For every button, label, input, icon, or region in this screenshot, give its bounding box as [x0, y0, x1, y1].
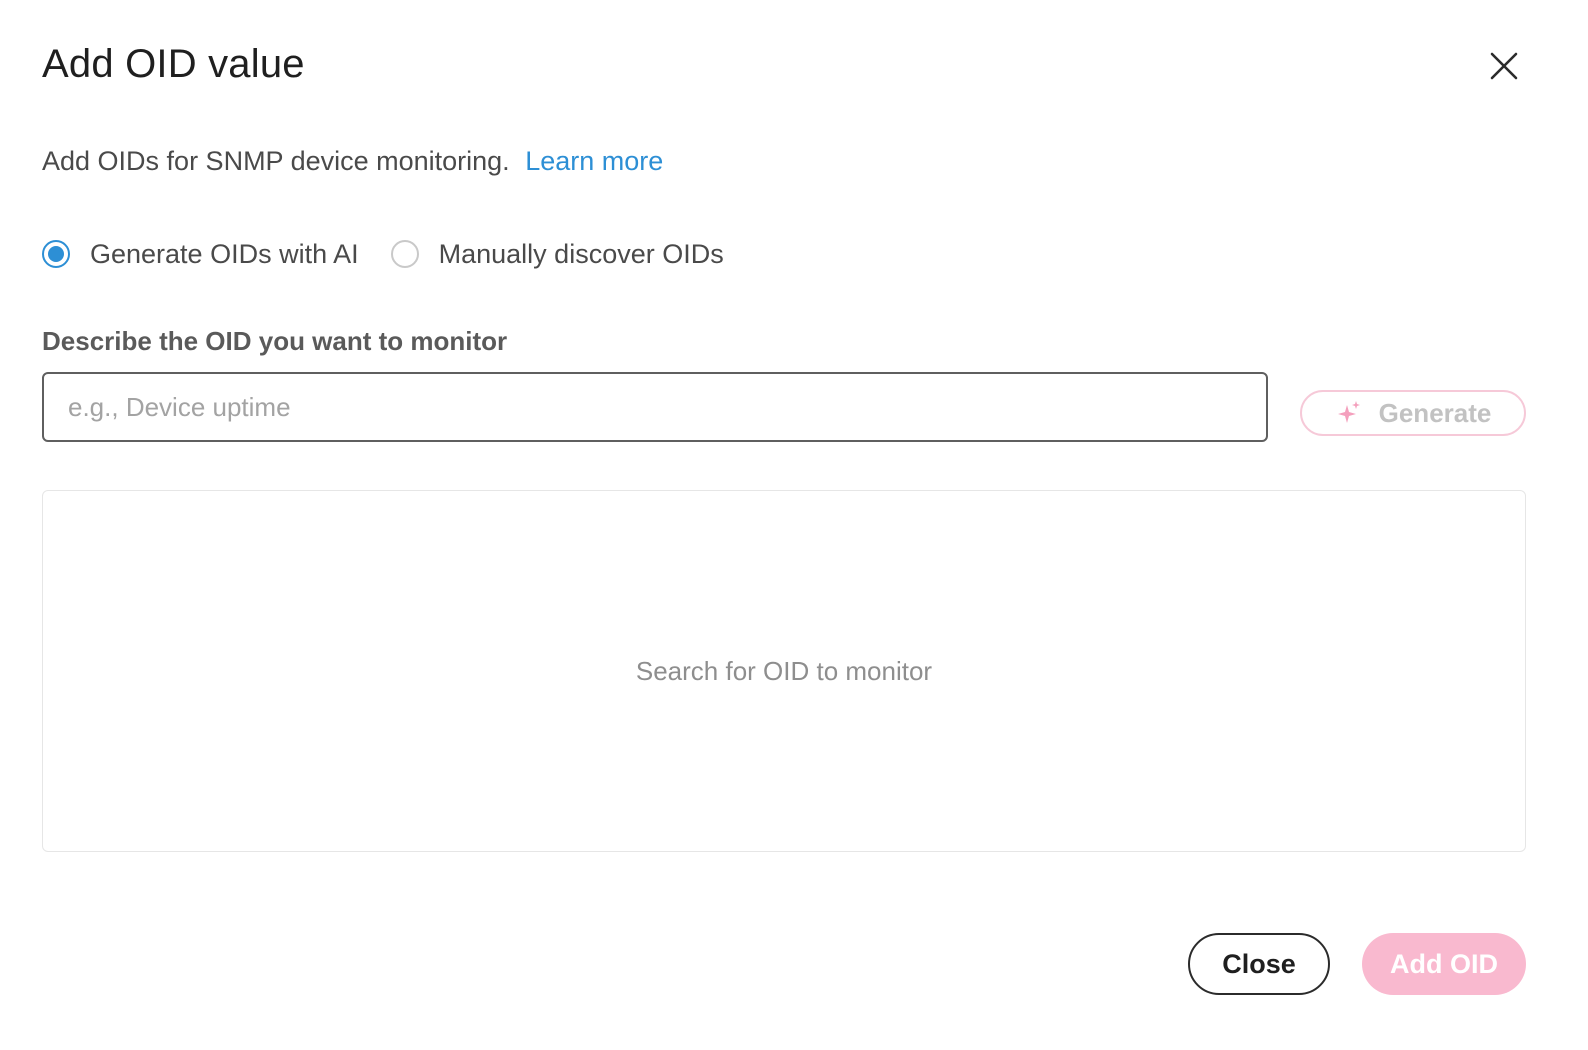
empty-state-text: Search for OID to monitor: [635, 655, 933, 686]
radio-unchecked-icon[interactable]: [390, 240, 419, 268]
oid-results-panel: Search for OID to monitor: [42, 490, 1526, 852]
radio-checked-icon[interactable]: [42, 240, 70, 268]
radio-label-generate: Generate OIDs with AI: [90, 238, 359, 269]
dialog-title: Add OID value: [42, 42, 305, 86]
generate-button[interactable]: Generate: [1300, 390, 1526, 436]
describe-oid-label: Describe the OID you want to monitor: [42, 326, 508, 356]
sparkle-icon: [1337, 401, 1360, 423]
intro-text: Add OIDs for SNMP device monitoring. Lea…: [42, 146, 663, 177]
mode-radio-group: Generate OIDs with AI Manually discover …: [42, 234, 756, 274]
close-button[interactable]: Close: [1188, 933, 1330, 995]
describe-oid-input[interactable]: [42, 372, 1268, 442]
add-oid-dialog: Add OID value Add OIDs for SNMP device m…: [0, 0, 1588, 1050]
radio-manually-discover[interactable]: Manually discover OIDs: [390, 238, 724, 270]
learn-more-link[interactable]: Learn more: [525, 146, 663, 176]
close-icon[interactable]: [1484, 46, 1524, 86]
radio-generate-with-ai[interactable]: Generate OIDs with AI: [42, 239, 359, 270]
generate-button-label: Generate: [1378, 397, 1492, 428]
intro-description: Add OIDs for SNMP device monitoring.: [42, 146, 510, 176]
radio-label-manual: Manually discover OIDs: [438, 238, 724, 269]
add-oid-button[interactable]: Add OID: [1362, 933, 1526, 995]
